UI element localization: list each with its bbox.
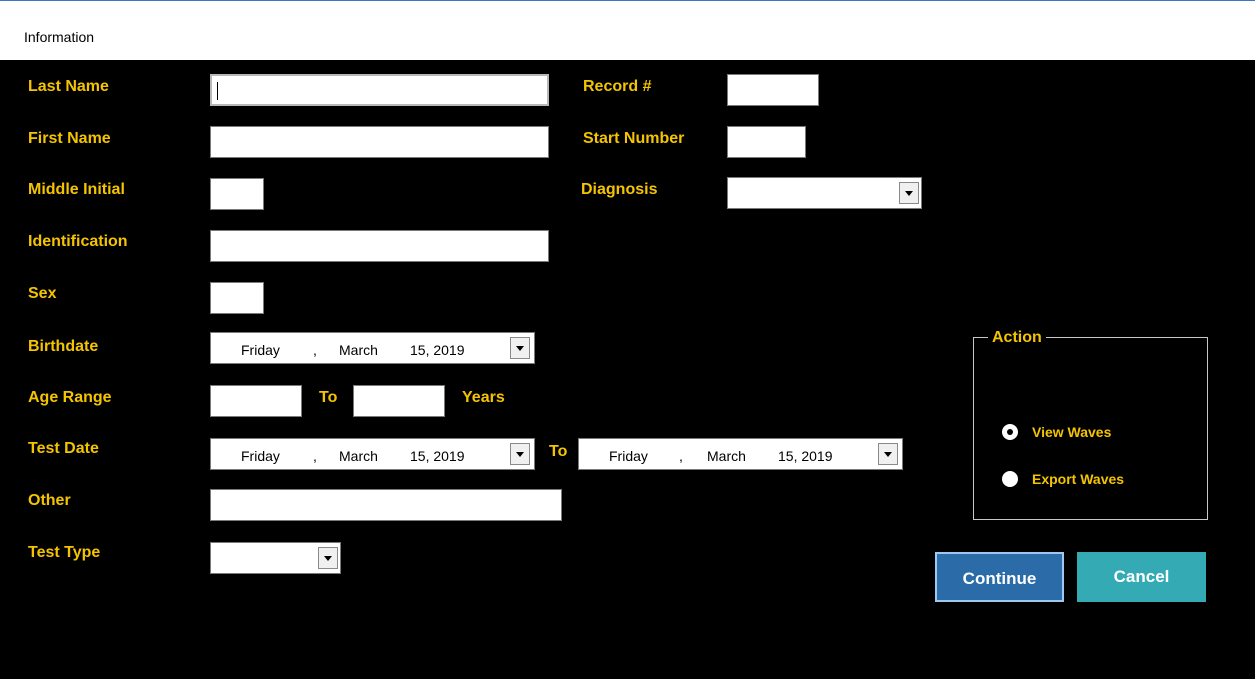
start-number-label: Start Number (583, 130, 685, 147)
start-number-input[interactable] (727, 126, 806, 158)
chevron-down-icon[interactable] (318, 547, 338, 569)
test-from-separator: , (313, 448, 317, 464)
years-label: Years (462, 389, 505, 406)
diagnosis-select[interactable] (727, 177, 922, 209)
export-waves-label[interactable]: Export Waves (1032, 471, 1124, 487)
birthdate-month: March (339, 342, 378, 358)
test-date-from-picker[interactable]: Friday , March 15, 2019 (210, 438, 535, 470)
test-date-to-picker[interactable]: Friday , March 15, 2019 (578, 438, 903, 470)
chevron-down-icon[interactable] (510, 337, 530, 359)
chevron-down-icon[interactable] (510, 443, 530, 465)
chevron-down-icon[interactable] (878, 443, 898, 465)
test-date-to-label: To (549, 443, 568, 460)
birthdate-picker[interactable]: Friday , March 15, 2019 (210, 332, 535, 364)
middle-initial-label: Middle Initial (28, 181, 125, 198)
other-label: Other (28, 492, 71, 509)
age-from-input[interactable] (210, 385, 302, 417)
view-waves-radio[interactable] (1002, 424, 1018, 440)
diagnosis-label: Diagnosis (581, 181, 658, 198)
age-to-input[interactable] (353, 385, 445, 417)
record-label: Record # (583, 78, 652, 95)
test-from-month: March (339, 448, 378, 464)
test-from-weekday: Friday (241, 448, 280, 464)
identification-input[interactable] (210, 230, 549, 262)
middle-initial-input[interactable] (210, 178, 264, 210)
first-name-label: First Name (28, 130, 111, 147)
test-to-separator: , (679, 448, 683, 464)
cancel-button[interactable]: Cancel (1077, 552, 1206, 602)
test-type-select[interactable] (210, 542, 341, 574)
birthdate-day-year: 15, 2019 (410, 342, 465, 358)
birthdate-weekday: Friday (241, 342, 280, 358)
view-waves-label[interactable]: View Waves (1032, 424, 1111, 440)
age-to-label: To (319, 389, 338, 406)
export-waves-radio[interactable] (1002, 471, 1018, 487)
sex-label: Sex (28, 285, 57, 302)
test-to-month: March (707, 448, 746, 464)
test-date-label: Test Date (28, 440, 99, 457)
age-range-label: Age Range (28, 389, 112, 406)
other-input[interactable] (210, 489, 562, 521)
first-name-input[interactable] (210, 126, 549, 158)
window-title: Information (24, 29, 95, 45)
last-name-label: Last Name (28, 78, 109, 95)
chevron-down-icon[interactable] (899, 182, 919, 204)
identification-label: Identification (28, 233, 128, 250)
action-legend: Action (988, 329, 1046, 347)
birthdate-label: Birthdate (28, 338, 99, 355)
test-to-weekday: Friday (609, 448, 648, 464)
test-to-day-year: 15, 2019 (778, 448, 833, 464)
sex-input[interactable] (210, 282, 264, 314)
window-titlebar: Information (0, 0, 1255, 60)
last-name-input[interactable] (210, 74, 549, 106)
text-caret (217, 82, 218, 100)
test-from-day-year: 15, 2019 (410, 448, 465, 464)
birthdate-separator: , (313, 342, 317, 358)
record-number-input[interactable] (727, 74, 819, 106)
test-type-label: Test Type (28, 544, 101, 561)
continue-button[interactable]: Continue (935, 552, 1064, 602)
